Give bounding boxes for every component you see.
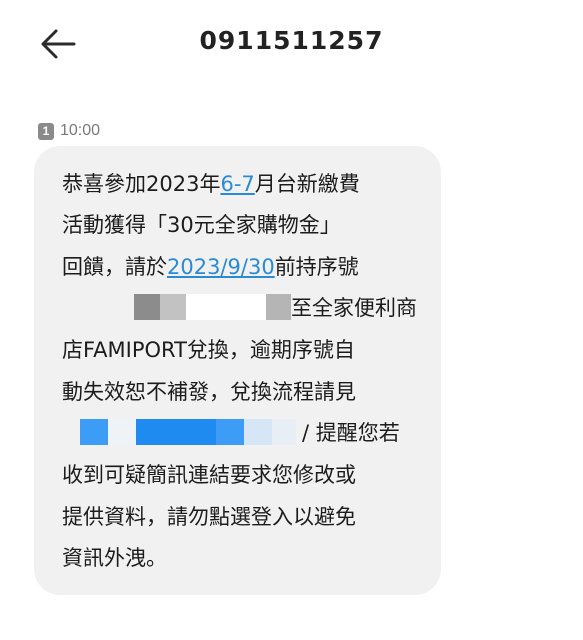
message-text: / 提醒您若 <box>302 421 400 445</box>
message-text: 回饋，請於 <box>62 255 167 279</box>
message-line: 回饋，請於2023/9/30前持序號 <box>62 250 359 284</box>
message-text: 恭喜參加2023年 <box>62 172 221 196</box>
message-text: 資訊外洩。 <box>62 546 167 570</box>
message-text: 店FAMIPORT兌換，逾期序號自 <box>62 338 355 362</box>
message-line: 活動獲得「30元全家購物金」 <box>62 208 341 242</box>
message-line: 至全家便利商 <box>134 291 417 325</box>
message-line: 店FAMIPORT兌換，逾期序號自 <box>62 333 355 367</box>
message-text: 月台新繳費 <box>254 172 360 196</box>
deadline-date-link[interactable]: 2023/9/30 <box>167 255 275 279</box>
message-line: 提供資料，請勿點選登入以避免 <box>62 500 356 534</box>
message-text: 前持序號 <box>274 255 359 279</box>
message-text: 動失效恕不補發，兌換流程請見 <box>62 380 356 404</box>
sim-slot-badge: 1 <box>38 122 54 140</box>
message-text: 至全家便利商 <box>291 296 417 320</box>
message-line: 恭喜參加2023年6-7月台新繳費 <box>62 167 360 201</box>
message-meta: 1 10:00 <box>38 120 100 142</box>
redacted-serial-number <box>134 294 291 320</box>
message-text: 活動獲得「30元全家購物金」 <box>62 213 341 237</box>
message-line: 動失效恕不補發，兌換流程請見 <box>62 375 356 409</box>
message-line: 收到可疑簡訊連結要求您修改或 <box>62 458 356 492</box>
contact-title: 0911511257 <box>199 26 384 55</box>
message-timestamp: 10:00 <box>60 122 101 139</box>
date-range-link[interactable]: 6-7 <box>220 172 254 196</box>
message-text: 提供資料，請勿點選登入以避免 <box>62 505 356 529</box>
message-line: / 提醒您若 <box>80 416 400 450</box>
message-line: 資訊外洩。 <box>62 541 167 575</box>
app-header: 0911511257 <box>0 0 583 90</box>
message-text: 收到可疑簡訊連結要求您修改或 <box>62 463 356 487</box>
redacted-url-link[interactable] <box>80 419 296 445</box>
